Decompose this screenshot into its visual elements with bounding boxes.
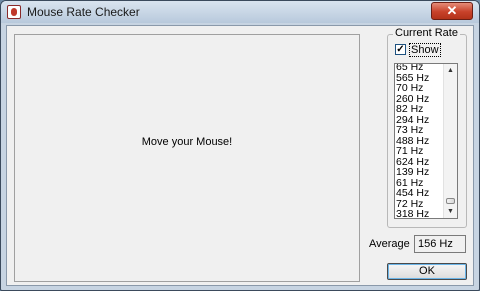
title-bar[interactable]: Mouse Rate Checker ✕	[1, 1, 479, 23]
move-mouse-message: Move your Mouse!	[141, 136, 233, 148]
list-item[interactable]: 82 Hz	[396, 104, 444, 115]
listbox-scrollbar[interactable]: ▲ ▼	[443, 64, 457, 218]
app-icon	[7, 5, 21, 19]
average-value-field: 156 Hz	[414, 235, 466, 253]
list-item[interactable]: 318 Hz	[396, 209, 444, 218]
rate-list-items: 65 Hz 565 Hz 70 Hz 260 Hz 82 Hz 294 Hz 73 Hz 48…	[396, 64, 444, 218]
scrollbar-thumb[interactable]	[446, 198, 455, 204]
average-label: Average	[369, 238, 410, 250]
scroll-up-icon[interactable]: ▲	[444, 64, 457, 77]
close-button[interactable]: ✕	[431, 2, 473, 20]
dialog-client-area: Move your Mouse! Current Rate ✓ Show 65 …	[6, 25, 474, 286]
show-checkbox[interactable]: ✓	[395, 44, 406, 55]
list-item[interactable]: 70 Hz	[396, 83, 444, 94]
window-title: Mouse Rate Checker	[27, 5, 140, 19]
app-window: Mouse Rate Checker ✕ Move your Mouse! Cu…	[0, 0, 480, 291]
show-checkbox-label[interactable]: Show	[409, 43, 441, 57]
list-item[interactable]: 454 Hz	[396, 188, 444, 199]
mouse-tracking-area[interactable]: Move your Mouse!	[14, 34, 360, 282]
list-item[interactable]: 71 Hz	[396, 146, 444, 157]
scroll-down-icon[interactable]: ▼	[444, 205, 457, 218]
list-item[interactable]: 139 Hz	[396, 167, 444, 178]
list-item[interactable]: 73 Hz	[396, 125, 444, 136]
current-rate-group: Current Rate ✓ Show 65 Hz 565 Hz 70 Hz 260 …	[387, 27, 467, 228]
ok-button[interactable]: OK	[387, 263, 467, 280]
current-rate-group-label: Current Rate	[393, 27, 460, 39]
rate-listbox[interactable]: 65 Hz 565 Hz 70 Hz 260 Hz 82 Hz 294 Hz 73 Hz 48…	[394, 63, 458, 219]
